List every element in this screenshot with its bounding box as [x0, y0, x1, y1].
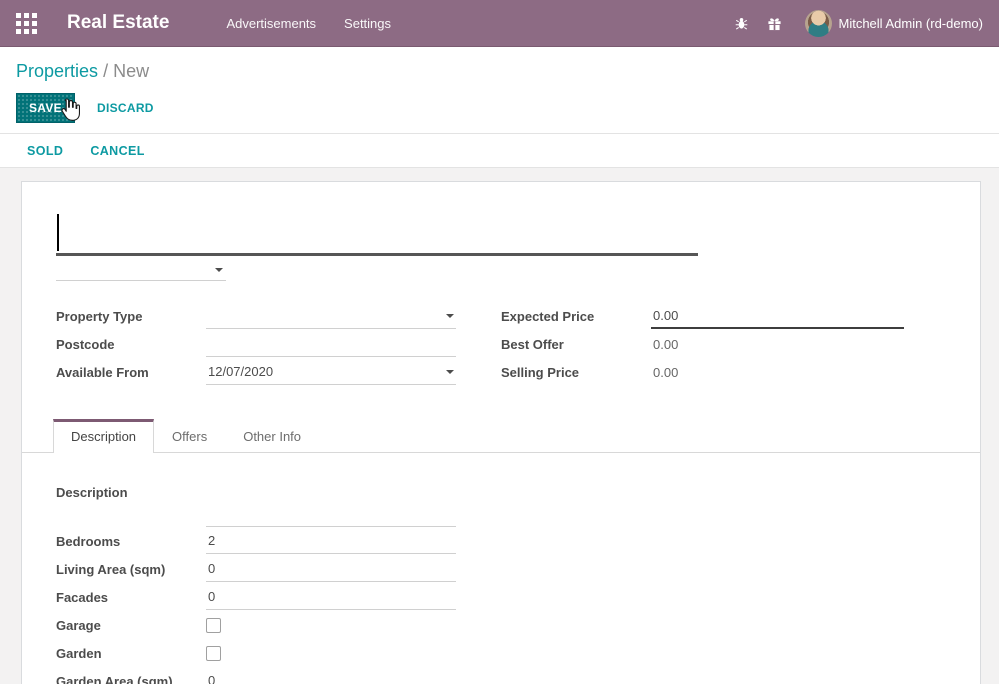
tab-offers[interactable]: Offers — [154, 419, 225, 452]
sold-button[interactable]: SOLD — [27, 144, 63, 158]
tab-strip: Description Offers Other Info — [22, 419, 980, 453]
breadcrumb: Properties / New — [0, 47, 999, 88]
field-row-garden-area: Garden Area (sqm) 0 — [56, 667, 980, 684]
best-offer-value: 0.00 — [651, 331, 904, 357]
breadcrumb-separator: / — [103, 61, 113, 81]
description-label: Description — [56, 483, 206, 527]
field-row-facades: Facades 0 — [56, 583, 980, 611]
tab-other-info[interactable]: Other Info — [225, 419, 319, 452]
right-field-column: Expected Price 0.00 Best Offer 0.00 Sell… — [501, 302, 911, 386]
text-caret — [57, 214, 59, 251]
expected-price-label: Expected Price — [501, 309, 651, 324]
available-from-label: Available From — [56, 365, 206, 380]
garage-label: Garage — [56, 618, 206, 633]
description-textarea[interactable] — [206, 483, 456, 527]
garden-checkbox[interactable] — [206, 646, 221, 661]
garden-area-input[interactable]: 0 — [206, 668, 456, 684]
left-field-column: Property Type Postcode Available From — [56, 302, 501, 386]
chevron-down-icon — [446, 314, 454, 318]
apps-grid-icon[interactable] — [16, 13, 37, 34]
expected-price-input[interactable]: 0.00 — [651, 303, 904, 329]
app-name[interactable]: Real Estate — [67, 12, 169, 34]
garden-label: Garden — [56, 646, 206, 661]
facades-label: Facades — [56, 590, 206, 605]
best-offer-label: Best Offer — [501, 337, 651, 352]
top-navbar: Real Estate Advertisements Settings Mitc… — [0, 0, 999, 47]
field-row-garage: Garage — [56, 611, 980, 639]
postcode-label: Postcode — [56, 337, 206, 352]
chevron-down-icon — [215, 268, 223, 272]
property-type-input[interactable] — [206, 303, 456, 329]
breadcrumb-parent-link[interactable]: Properties — [16, 61, 98, 81]
breadcrumb-current: New — [113, 61, 149, 81]
tags-input[interactable] — [56, 259, 226, 281]
chevron-down-icon — [446, 370, 454, 374]
form-action-buttons: SAVE DISCARD — [0, 88, 999, 133]
living-area-input[interactable]: 0 — [206, 556, 456, 582]
field-row-expected-price: Expected Price 0.00 — [501, 302, 911, 330]
garden-area-label: Garden Area (sqm) — [56, 674, 206, 684]
field-row-description: Description — [56, 483, 980, 527]
statusbar: SOLD CANCEL — [0, 133, 999, 168]
field-grid: Property Type Postcode Available From — [56, 302, 940, 386]
menu-settings[interactable]: Settings — [344, 16, 391, 31]
postcode-input[interactable] — [206, 331, 456, 357]
bug-icon[interactable] — [734, 15, 750, 31]
notebook: Description Offers Other Info Descriptio… — [22, 419, 980, 684]
garage-checkbox[interactable] — [206, 618, 221, 633]
field-row-best-offer: Best Offer 0.00 — [501, 330, 911, 358]
field-row-bedrooms: Bedrooms 2 — [56, 527, 980, 555]
user-menu[interactable]: Mitchell Admin (rd-demo) — [839, 16, 984, 31]
field-row-available-from: Available From 12/07/2020 — [56, 358, 501, 386]
field-row-garden: Garden — [56, 639, 980, 667]
tab-description[interactable]: Description — [53, 419, 154, 453]
menu-advertisements[interactable]: Advertisements — [226, 16, 316, 31]
field-row-selling-price: Selling Price 0.00 — [501, 358, 911, 386]
description-tab-content: Description Bedrooms 2 Living Area (sqm)… — [22, 453, 980, 684]
available-from-input[interactable]: 12/07/2020 — [206, 359, 456, 385]
selling-price-value: 0.00 — [651, 359, 904, 385]
content-area: Property Type Postcode Available From — [0, 168, 999, 684]
bedrooms-label: Bedrooms — [56, 534, 206, 549]
facades-input[interactable]: 0 — [206, 584, 456, 610]
selling-price-label: Selling Price — [501, 365, 651, 380]
discard-button[interactable]: DISCARD — [93, 93, 158, 123]
gift-icon[interactable] — [767, 15, 783, 31]
bedrooms-input[interactable]: 2 — [206, 528, 456, 554]
save-button[interactable]: SAVE — [16, 93, 75, 123]
form-sheet: Property Type Postcode Available From — [21, 181, 981, 684]
property-type-label: Property Type — [56, 309, 206, 324]
living-area-label: Living Area (sqm) — [56, 562, 206, 577]
property-title-input[interactable] — [56, 210, 698, 256]
field-row-postcode: Postcode — [56, 330, 501, 358]
cancel-button[interactable]: CANCEL — [90, 144, 144, 158]
field-row-property-type: Property Type — [56, 302, 501, 330]
field-row-living-area: Living Area (sqm) 0 — [56, 555, 980, 583]
avatar[interactable] — [805, 10, 832, 37]
